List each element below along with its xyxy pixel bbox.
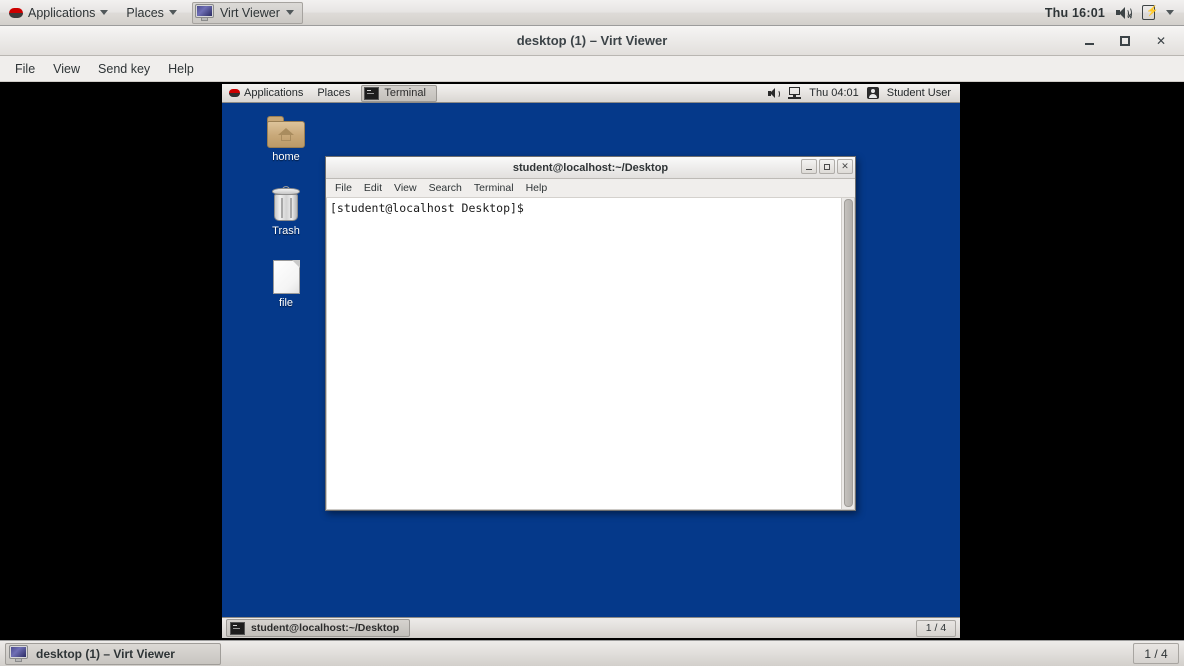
terminal-prompt-text: [student@localhost Desktop]$ [330, 201, 531, 215]
host-workspace-label: 1 / 4 [1144, 646, 1168, 661]
monitor-icon [194, 4, 214, 21]
terminal-menu-edit[interactable]: Edit [358, 179, 388, 197]
speaker-muted-icon[interactable]: x [1116, 6, 1132, 20]
virt-viewer-title: desktop (1) – Virt Viewer [516, 33, 668, 48]
guest-workspace-indicator[interactable]: 1 / 4 [916, 619, 956, 637]
chevron-down-icon[interactable] [1166, 10, 1174, 15]
user-icon [866, 87, 879, 99]
guest-window-button-terminal[interactable]: Terminal [361, 84, 437, 102]
host-workspace-indicator[interactable]: 1 / 4 [1133, 643, 1179, 664]
host-applications-label: Applications [28, 5, 96, 20]
guest-top-panel: Applications Places Terminal Thu 04:01 S… [222, 84, 960, 103]
guest-taskbar-button-label: student@localhost:~/Desktop [251, 622, 400, 634]
document-icon [272, 260, 300, 294]
screen-root: Applications Places Virt Viewer Thu 16:0… [0, 0, 1184, 666]
close-icon[interactable]: ✕ [837, 159, 853, 174]
guest-places-menu[interactable]: Places [310, 84, 357, 103]
terminal-titlebar[interactable]: student@localhost:~/Desktop ✕ [326, 157, 855, 179]
desktop-icon-file[interactable]: file [248, 260, 324, 310]
guest-status-area: Thu 04:01 Student User [768, 87, 960, 99]
host-bottom-taskbar: desktop (1) – Virt Viewer 1 / 4 [0, 640, 1184, 666]
guest-applications-label: Applications [244, 87, 304, 99]
network-monitor-icon[interactable] [788, 87, 802, 99]
guest-clock[interactable]: Thu 04:01 [809, 87, 859, 99]
desktop-icon-label: file [278, 297, 294, 309]
terminal-icon [230, 621, 245, 635]
redhat-icon [9, 6, 23, 19]
terminal-menu-search[interactable]: Search [423, 179, 468, 197]
guest-window-button-label: Terminal [384, 87, 426, 99]
close-icon[interactable]: ✕ [1154, 34, 1168, 48]
home-folder-icon [267, 116, 305, 148]
terminal-menubar: File Edit View Search Terminal Help [326, 179, 855, 198]
chevron-down-icon [100, 10, 109, 15]
guest-places-label: Places [317, 87, 351, 99]
desktop-icon-home[interactable]: home [248, 116, 324, 164]
host-places-menu[interactable]: Places [117, 0, 186, 26]
menu-view[interactable]: View [44, 56, 89, 82]
terminal-scrollbar[interactable] [841, 198, 854, 509]
virt-viewer-window-controls: ✕ [1082, 26, 1178, 56]
menu-send-key[interactable]: Send key [89, 56, 159, 82]
guest-desktop[interactable]: Applications Places Terminal Thu 04:01 S… [222, 84, 960, 638]
chevron-down-icon [285, 10, 294, 15]
terminal-window[interactable]: student@localhost:~/Desktop ✕ File Edit … [325, 156, 856, 511]
host-top-panel: Applications Places Virt Viewer Thu 16:0… [0, 0, 1184, 26]
maximize-button[interactable] [1118, 34, 1132, 48]
host-taskbar-button-virt-viewer[interactable]: desktop (1) – Virt Viewer [5, 642, 221, 665]
terminal-menu-file[interactable]: File [329, 179, 358, 197]
desktop-icon-label: Trash [272, 225, 300, 237]
desktop-icon-trash[interactable]: Trash [248, 186, 324, 238]
battery-charging-icon[interactable]: ⚡ [1142, 5, 1158, 20]
virt-viewer-menubar: File View Send key Help [0, 56, 1184, 82]
host-window-button-virt-viewer[interactable]: Virt Viewer [191, 1, 303, 24]
guest-user-label[interactable]: Student User [887, 87, 951, 99]
host-places-label: Places [126, 5, 164, 20]
monitor-icon [9, 645, 28, 662]
host-status-area: Thu 16:01 x ⚡ [1045, 5, 1184, 20]
desktop-icon-label: home [272, 151, 300, 163]
maximize-button[interactable] [819, 159, 835, 174]
terminal-icon [364, 86, 380, 100]
terminal-menu-terminal[interactable]: Terminal [468, 179, 520, 197]
host-applications-menu[interactable]: Applications [0, 0, 117, 26]
terminal-window-controls: ✕ [801, 159, 853, 174]
terminal-title: student@localhost:~/Desktop [512, 161, 669, 174]
trash-can-icon [271, 186, 301, 222]
guest-display-stage: Applications Places Terminal Thu 04:01 S… [0, 82, 1184, 640]
host-clock[interactable]: Thu 16:01 [1045, 6, 1105, 20]
guest-bottom-panel: student@localhost:~/Desktop 1 / 4 [222, 617, 960, 638]
minimize-button[interactable] [801, 159, 817, 174]
menu-file[interactable]: File [6, 56, 44, 82]
terminal-menu-view[interactable]: View [388, 179, 423, 197]
speaker-icon[interactable] [768, 87, 781, 99]
terminal-menu-help[interactable]: Help [520, 179, 554, 197]
guest-workspace-label: 1 / 4 [925, 622, 947, 634]
guest-applications-menu[interactable]: Applications [222, 84, 310, 103]
host-taskbar-button-label: desktop (1) – Virt Viewer [36, 646, 175, 661]
redhat-icon [229, 88, 240, 98]
virt-viewer-titlebar[interactable]: desktop (1) – Virt Viewer ✕ [0, 26, 1184, 56]
terminal-output-area[interactable]: [student@localhost Desktop]$ [326, 198, 855, 510]
terminal-scrollbar-thumb[interactable] [844, 199, 853, 507]
menu-help[interactable]: Help [159, 56, 203, 82]
minimize-button[interactable] [1082, 34, 1096, 48]
chevron-down-icon [168, 10, 177, 15]
guest-taskbar-button-terminal[interactable]: student@localhost:~/Desktop [226, 619, 411, 637]
host-window-button-label: Virt Viewer [219, 5, 280, 20]
